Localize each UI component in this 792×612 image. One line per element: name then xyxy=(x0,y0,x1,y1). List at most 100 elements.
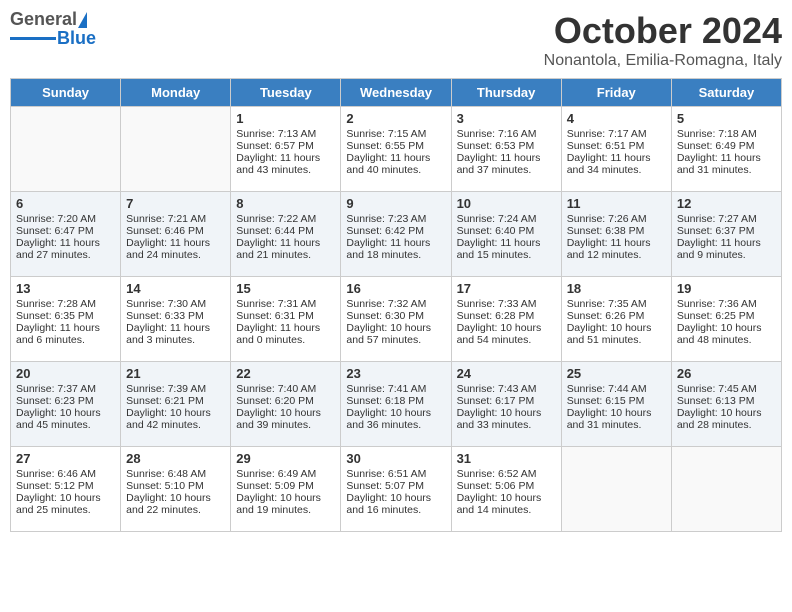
daylight-text: Daylight: 11 hours and 34 minutes. xyxy=(567,152,666,176)
sunrise-text: Sunrise: 7:17 AM xyxy=(567,128,666,140)
sunrise-text: Sunrise: 6:51 AM xyxy=(346,468,445,480)
daylight-text: Daylight: 10 hours and 31 minutes. xyxy=(567,407,666,431)
day-number: 24 xyxy=(457,366,556,381)
daylight-text: Daylight: 11 hours and 12 minutes. xyxy=(567,237,666,261)
sunrise-text: Sunrise: 6:52 AM xyxy=(457,468,556,480)
title-section: October 2024 Nonantola, Emilia-Romagna, … xyxy=(544,10,782,70)
calendar-cell-w2-d3: 9Sunrise: 7:23 AMSunset: 6:42 PMDaylight… xyxy=(341,192,451,277)
daylight-text: Daylight: 11 hours and 0 minutes. xyxy=(236,322,335,346)
sunrise-text: Sunrise: 7:18 AM xyxy=(677,128,776,140)
sunset-text: Sunset: 5:06 PM xyxy=(457,480,556,492)
calendar-cell-w4-d5: 25Sunrise: 7:44 AMSunset: 6:15 PMDayligh… xyxy=(561,362,671,447)
calendar-cell-w5-d0: 27Sunrise: 6:46 AMSunset: 5:12 PMDayligh… xyxy=(11,447,121,532)
calendar-cell-w3-d2: 15Sunrise: 7:31 AMSunset: 6:31 PMDayligh… xyxy=(231,277,341,362)
sunset-text: Sunset: 6:42 PM xyxy=(346,225,445,237)
day-number: 22 xyxy=(236,366,335,381)
daylight-text: Daylight: 10 hours and 57 minutes. xyxy=(346,322,445,346)
day-number: 21 xyxy=(126,366,225,381)
day-number: 10 xyxy=(457,196,556,211)
calendar-cell-w1-d5: 4Sunrise: 7:17 AMSunset: 6:51 PMDaylight… xyxy=(561,107,671,192)
sunrise-text: Sunrise: 7:15 AM xyxy=(346,128,445,140)
calendar-week-2: 6Sunrise: 7:20 AMSunset: 6:47 PMDaylight… xyxy=(11,192,782,277)
sunrise-text: Sunrise: 7:26 AM xyxy=(567,213,666,225)
calendar-cell-w4-d4: 24Sunrise: 7:43 AMSunset: 6:17 PMDayligh… xyxy=(451,362,561,447)
sunrise-text: Sunrise: 7:31 AM xyxy=(236,298,335,310)
calendar-week-3: 13Sunrise: 7:28 AMSunset: 6:35 PMDayligh… xyxy=(11,277,782,362)
sunset-text: Sunset: 6:51 PM xyxy=(567,140,666,152)
sunset-text: Sunset: 6:26 PM xyxy=(567,310,666,322)
sunrise-text: Sunrise: 7:13 AM xyxy=(236,128,335,140)
day-number: 23 xyxy=(346,366,445,381)
sunset-text: Sunset: 5:12 PM xyxy=(16,480,115,492)
sunrise-text: Sunrise: 7:39 AM xyxy=(126,383,225,395)
daylight-text: Daylight: 10 hours and 33 minutes. xyxy=(457,407,556,431)
calendar-cell-w2-d1: 7Sunrise: 7:21 AMSunset: 6:46 PMDaylight… xyxy=(121,192,231,277)
day-number: 15 xyxy=(236,281,335,296)
sunset-text: Sunset: 6:18 PM xyxy=(346,395,445,407)
daylight-text: Daylight: 11 hours and 15 minutes. xyxy=(457,237,556,261)
day-number: 6 xyxy=(16,196,115,211)
calendar-cell-w2-d4: 10Sunrise: 7:24 AMSunset: 6:40 PMDayligh… xyxy=(451,192,561,277)
calendar-cell-w2-d2: 8Sunrise: 7:22 AMSunset: 6:44 PMDaylight… xyxy=(231,192,341,277)
calendar-cell-w2-d0: 6Sunrise: 7:20 AMSunset: 6:47 PMDaylight… xyxy=(11,192,121,277)
daylight-text: Daylight: 10 hours and 42 minutes. xyxy=(126,407,225,431)
sunset-text: Sunset: 6:30 PM xyxy=(346,310,445,322)
daylight-text: Daylight: 10 hours and 28 minutes. xyxy=(677,407,776,431)
calendar-cell-w5-d6 xyxy=(671,447,781,532)
daylight-text: Daylight: 10 hours and 16 minutes. xyxy=(346,492,445,516)
col-saturday: Saturday xyxy=(671,79,781,107)
daylight-text: Daylight: 10 hours and 19 minutes. xyxy=(236,492,335,516)
sunrise-text: Sunrise: 6:48 AM xyxy=(126,468,225,480)
sunrise-text: Sunrise: 7:16 AM xyxy=(457,128,556,140)
sunrise-text: Sunrise: 7:30 AM xyxy=(126,298,225,310)
calendar-cell-w5-d2: 29Sunrise: 6:49 AMSunset: 5:09 PMDayligh… xyxy=(231,447,341,532)
calendar-cell-w3-d3: 16Sunrise: 7:32 AMSunset: 6:30 PMDayligh… xyxy=(341,277,451,362)
sunrise-text: Sunrise: 6:46 AM xyxy=(16,468,115,480)
daylight-text: Daylight: 10 hours and 51 minutes. xyxy=(567,322,666,346)
daylight-text: Daylight: 10 hours and 45 minutes. xyxy=(16,407,115,431)
daylight-text: Daylight: 11 hours and 40 minutes. xyxy=(346,152,445,176)
calendar-cell-w5-d5 xyxy=(561,447,671,532)
calendar-cell-w1-d6: 5Sunrise: 7:18 AMSunset: 6:49 PMDaylight… xyxy=(671,107,781,192)
sunset-text: Sunset: 6:57 PM xyxy=(236,140,335,152)
sunset-text: Sunset: 6:38 PM xyxy=(567,225,666,237)
sunrise-text: Sunrise: 7:28 AM xyxy=(16,298,115,310)
sunrise-text: Sunrise: 7:40 AM xyxy=(236,383,335,395)
daylight-text: Daylight: 10 hours and 22 minutes. xyxy=(126,492,225,516)
calendar-cell-w4-d2: 22Sunrise: 7:40 AMSunset: 6:20 PMDayligh… xyxy=(231,362,341,447)
daylight-text: Daylight: 11 hours and 27 minutes. xyxy=(16,237,115,261)
sunset-text: Sunset: 6:46 PM xyxy=(126,225,225,237)
day-number: 11 xyxy=(567,196,666,211)
daylight-text: Daylight: 10 hours and 39 minutes. xyxy=(236,407,335,431)
sunset-text: Sunset: 6:33 PM xyxy=(126,310,225,322)
col-thursday: Thursday xyxy=(451,79,561,107)
day-number: 12 xyxy=(677,196,776,211)
calendar-week-1: 1Sunrise: 7:13 AMSunset: 6:57 PMDaylight… xyxy=(11,107,782,192)
sunrise-text: Sunrise: 7:20 AM xyxy=(16,213,115,225)
day-number: 2 xyxy=(346,111,445,126)
sunrise-text: Sunrise: 7:45 AM xyxy=(677,383,776,395)
daylight-text: Daylight: 10 hours and 25 minutes. xyxy=(16,492,115,516)
day-number: 25 xyxy=(567,366,666,381)
day-number: 16 xyxy=(346,281,445,296)
day-number: 28 xyxy=(126,451,225,466)
calendar-cell-w1-d0 xyxy=(11,107,121,192)
daylight-text: Daylight: 11 hours and 31 minutes. xyxy=(677,152,776,176)
sunrise-text: Sunrise: 7:41 AM xyxy=(346,383,445,395)
sunrise-text: Sunrise: 7:22 AM xyxy=(236,213,335,225)
day-number: 7 xyxy=(126,196,225,211)
col-friday: Friday xyxy=(561,79,671,107)
sunrise-text: Sunrise: 7:27 AM xyxy=(677,213,776,225)
sunset-text: Sunset: 6:37 PM xyxy=(677,225,776,237)
day-number: 9 xyxy=(346,196,445,211)
daylight-text: Daylight: 10 hours and 54 minutes. xyxy=(457,322,556,346)
daylight-text: Daylight: 11 hours and 43 minutes. xyxy=(236,152,335,176)
sunset-text: Sunset: 6:13 PM xyxy=(677,395,776,407)
col-monday: Monday xyxy=(121,79,231,107)
daylight-text: Daylight: 11 hours and 3 minutes. xyxy=(126,322,225,346)
day-number: 3 xyxy=(457,111,556,126)
sunset-text: Sunset: 6:53 PM xyxy=(457,140,556,152)
sunset-text: Sunset: 6:25 PM xyxy=(677,310,776,322)
sunrise-text: Sunrise: 7:33 AM xyxy=(457,298,556,310)
sunset-text: Sunset: 6:23 PM xyxy=(16,395,115,407)
